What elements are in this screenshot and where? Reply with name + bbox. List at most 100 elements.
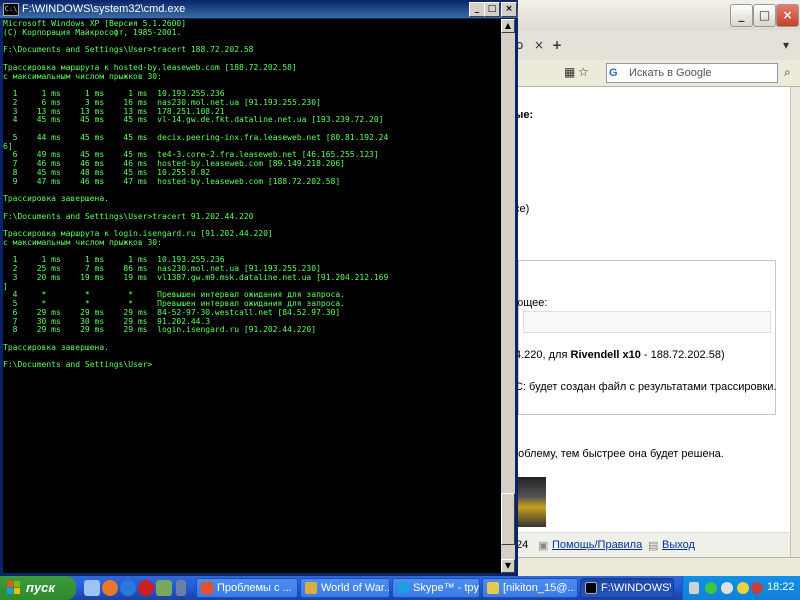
console-line: 5 44 ms 45 ms 45 ms decix.peering-inx.fr… bbox=[3, 132, 389, 142]
console-line: 5 * * * Превышен интервал ожидания для з… bbox=[3, 299, 345, 308]
system-tray: 18:22 bbox=[682, 576, 800, 600]
cmd-maximize-button[interactable]: □ bbox=[484, 2, 500, 17]
browser-titlebar: _ □ × bbox=[508, 0, 800, 30]
console-output[interactable]: Microsoft Windows XP [Версия 5.1.2600] (С… bbox=[3, 19, 501, 573]
cmd-title: F:\WINDOWS\system32\cmd.exe bbox=[22, 3, 186, 15]
task-label: F:\WINDOWS\... bbox=[601, 582, 671, 594]
task-label: Проблемы с ... bbox=[217, 582, 292, 594]
task-label: Skype™ - tpy... bbox=[413, 582, 479, 594]
browser-statusbar bbox=[508, 557, 800, 577]
browser-scrollbar[interactable] bbox=[790, 87, 800, 557]
help-link[interactable]: Помощь/Правила bbox=[552, 539, 642, 551]
console-line: 1 1 ms 1 ms 1 ms 10.193.255.236 bbox=[3, 89, 225, 98]
cmd-titlebar[interactable]: C:\ F:\WINDOWS\system32\cmd.exe _ □ × bbox=[0, 0, 518, 18]
clock: 18:22 bbox=[767, 581, 795, 593]
console-line: F:\Documents and Settings\User>tracert 1… bbox=[3, 45, 254, 55]
rss-icon[interactable]: ▦ bbox=[564, 65, 575, 79]
close-tab-icon[interactable]: × bbox=[534, 38, 544, 52]
next-fragment: ющее: bbox=[515, 297, 548, 309]
skype-tray-icon[interactable] bbox=[705, 582, 717, 594]
google-icon: G bbox=[609, 67, 618, 79]
start-button[interactable]: пуск bbox=[0, 576, 76, 600]
quicklaunch-icon[interactable] bbox=[156, 580, 172, 596]
console-line: 3 13 ms 13 ms 13 ms 178.251.108.21 bbox=[3, 106, 225, 116]
search-icon[interactable]: ⌕ bbox=[784, 65, 791, 80]
task-item-wow[interactable]: World of War... bbox=[300, 578, 390, 598]
trace-instructions-box: ющее: 4.220, для Rivendell x10 - 188.72.… bbox=[515, 260, 777, 415]
inner-field bbox=[523, 311, 771, 333]
task-item-cmd[interactable]: F:\WINDOWS\... bbox=[580, 578, 674, 598]
antivirus-tray-icon[interactable] bbox=[751, 582, 763, 594]
console-line: 9 47 ms 46 ms 47 ms hosted-by.leaseweb.c… bbox=[3, 176, 341, 186]
network-tray-icon[interactable] bbox=[721, 582, 733, 594]
star-icon[interactable]: ☆ bbox=[578, 65, 589, 79]
avatar-image bbox=[516, 477, 546, 527]
console-line: 6 29 ms 29 ms 29 ms 84-52-97-30.westcall… bbox=[3, 307, 341, 317]
maximize-button[interactable]: □ bbox=[753, 4, 776, 27]
tab-list-icon[interactable]: ▾ bbox=[783, 38, 789, 52]
console-line: 4 * * * Превышен интервал ожидания для з… bbox=[3, 290, 345, 300]
console-line: F:\Documents and Settings\User>tracert 9… bbox=[3, 211, 254, 221]
folder-task-icon bbox=[487, 582, 499, 594]
start-label: пуск bbox=[26, 580, 55, 595]
logout-icon: ▤ bbox=[648, 540, 659, 552]
skype-task-icon bbox=[397, 582, 409, 594]
cmd-scrollbar[interactable]: ▲ ▼ bbox=[501, 19, 515, 573]
quicklaunch-more-icon[interactable] bbox=[176, 580, 186, 596]
ie-icon[interactable] bbox=[120, 580, 136, 596]
cmd-window: C:\ F:\WINDOWS\system32\cmd.exe _ □ × Mi… bbox=[0, 0, 518, 576]
console-line: 2 25 ms 7 ms 86 ms nas230.mol.net.ua [91… bbox=[3, 264, 321, 273]
volume-tray-icon[interactable] bbox=[737, 582, 749, 594]
show-desktop-icon[interactable] bbox=[84, 580, 100, 596]
close-button[interactable]: × bbox=[776, 4, 799, 27]
scroll-up-arrow[interactable]: ▲ bbox=[501, 19, 515, 33]
console-lines: Microsoft Windows XP [Версия 5.1.2600] (С… bbox=[3, 19, 501, 369]
logout-link[interactable]: Выход bbox=[662, 539, 695, 551]
wow-task-icon bbox=[305, 582, 317, 594]
task-item-skype[interactable]: Skype™ - tpy... bbox=[392, 578, 480, 598]
tray-expand-icon[interactable] bbox=[689, 582, 699, 594]
search-input[interactable]: G Искать в Google bbox=[606, 63, 778, 83]
browser-window: _ □ × o × + ▾ ▦ ☆ G Искать в Google ⌕ ые… bbox=[508, 0, 800, 577]
help-note: роблему, тем быстрее она будет решена. bbox=[512, 448, 724, 460]
scroll-down-arrow[interactable]: ▼ bbox=[501, 559, 515, 573]
opera-icon[interactable] bbox=[138, 580, 154, 596]
task-item-problems[interactable]: Проблемы с ... bbox=[196, 578, 298, 598]
task-item-nikiton[interactable]: [nikiton_15@... bbox=[482, 578, 578, 598]
firefox-icon[interactable] bbox=[102, 580, 118, 596]
trace-line: 4.220, для Rivendell x10 - 188.72.202.58… bbox=[515, 349, 725, 361]
browser-content: ые: ce) ющее: 4.220, для Rivendell x10 -… bbox=[508, 87, 790, 558]
forum-footer: 24 ▣ Помощь/Правила ▤ Выход bbox=[508, 532, 790, 558]
console-line: 4 45 ms 45 ms 45 ms vl-14.gw.de.fkt.data… bbox=[3, 115, 384, 125]
new-tab-icon[interactable]: + bbox=[552, 38, 562, 52]
console-line: 8 45 ms 48 ms 45 ms 10.255.0.82 bbox=[3, 167, 211, 177]
taskbar: пуск Проблемы с ... World of War... Skyp… bbox=[0, 576, 800, 600]
console-line: 3 20 ms 19 ms 19 ms vl1387.gw.m9.msk.dat… bbox=[3, 272, 389, 282]
console-line: 7 46 ms 46 ms 46 ms hosted-by.leaseweb.c… bbox=[3, 159, 345, 168]
search-placeholder: Искать в Google bbox=[629, 67, 712, 79]
cmd-minimize-button[interactable]: _ bbox=[469, 2, 485, 17]
windows-logo-icon bbox=[7, 581, 20, 594]
console-line: 7 30 ms 30 ms 29 ms 91.202.44.3 bbox=[3, 316, 211, 326]
console-line: ] bbox=[3, 281, 8, 291]
console-line: 6] bbox=[3, 141, 13, 151]
console-line: Трассировка маршрута к login.isengard.ru… bbox=[3, 229, 273, 238]
cmd-close-button[interactable]: × bbox=[501, 2, 517, 17]
browser-navbar: ▦ ☆ G Искать в Google ⌕ bbox=[508, 60, 800, 87]
console-line: Microsoft Windows XP [Версия 5.1.2600] bbox=[3, 19, 187, 28]
console-line: Трассировка маршрута к hosted-by.leasewe… bbox=[3, 62, 297, 72]
console-line: F:\Documents and Settings\User> bbox=[3, 360, 153, 370]
console-line: Трассировка завершена. bbox=[3, 194, 109, 203]
console-line: с максимальным числом прыжков 30: bbox=[3, 237, 162, 247]
scroll-thumb[interactable] bbox=[501, 493, 515, 545]
trace-line-bold: Rivendell x10 bbox=[570, 349, 641, 361]
minimize-button[interactable]: _ bbox=[730, 4, 753, 27]
